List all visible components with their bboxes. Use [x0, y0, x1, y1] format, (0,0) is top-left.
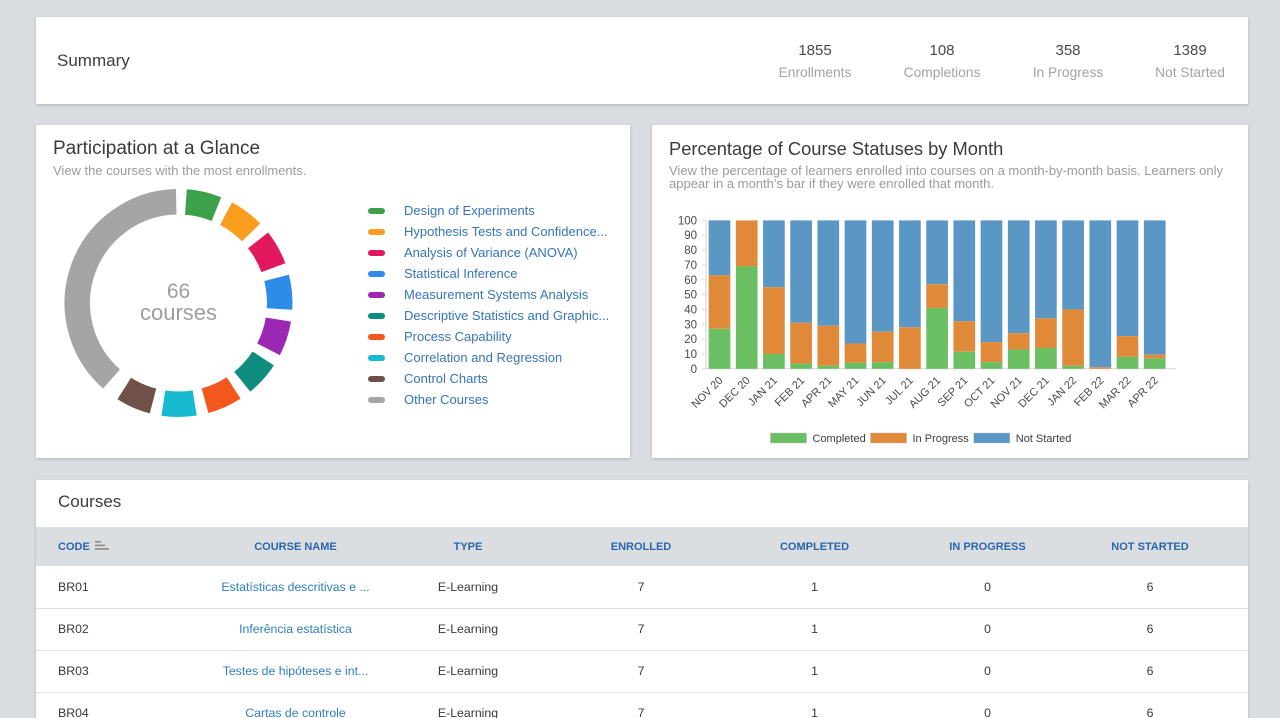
svg-text:JUN 21: JUN 21 — [854, 374, 888, 408]
svg-text:APR 22: APR 22 — [1126, 374, 1161, 409]
svg-text:60: 60 — [684, 274, 697, 286]
svg-text:100: 100 — [678, 215, 697, 227]
svg-text:MAY 21: MAY 21 — [826, 374, 861, 409]
svg-text:Completed: Completed — [813, 433, 866, 445]
svg-text:50: 50 — [684, 289, 697, 301]
svg-text:80: 80 — [684, 245, 697, 257]
svg-text:courses: courses — [140, 300, 217, 325]
svg-text:20: 20 — [684, 334, 697, 346]
svg-text:0: 0 — [691, 363, 697, 375]
svg-text:70: 70 — [684, 259, 697, 271]
svg-text:90: 90 — [684, 230, 697, 242]
svg-text:10: 10 — [684, 349, 697, 361]
svg-text:Not Started: Not Started — [1016, 433, 1072, 445]
svg-text:40: 40 — [684, 304, 697, 316]
svg-text:In Progress: In Progress — [913, 433, 970, 445]
svg-text:30: 30 — [684, 319, 697, 331]
